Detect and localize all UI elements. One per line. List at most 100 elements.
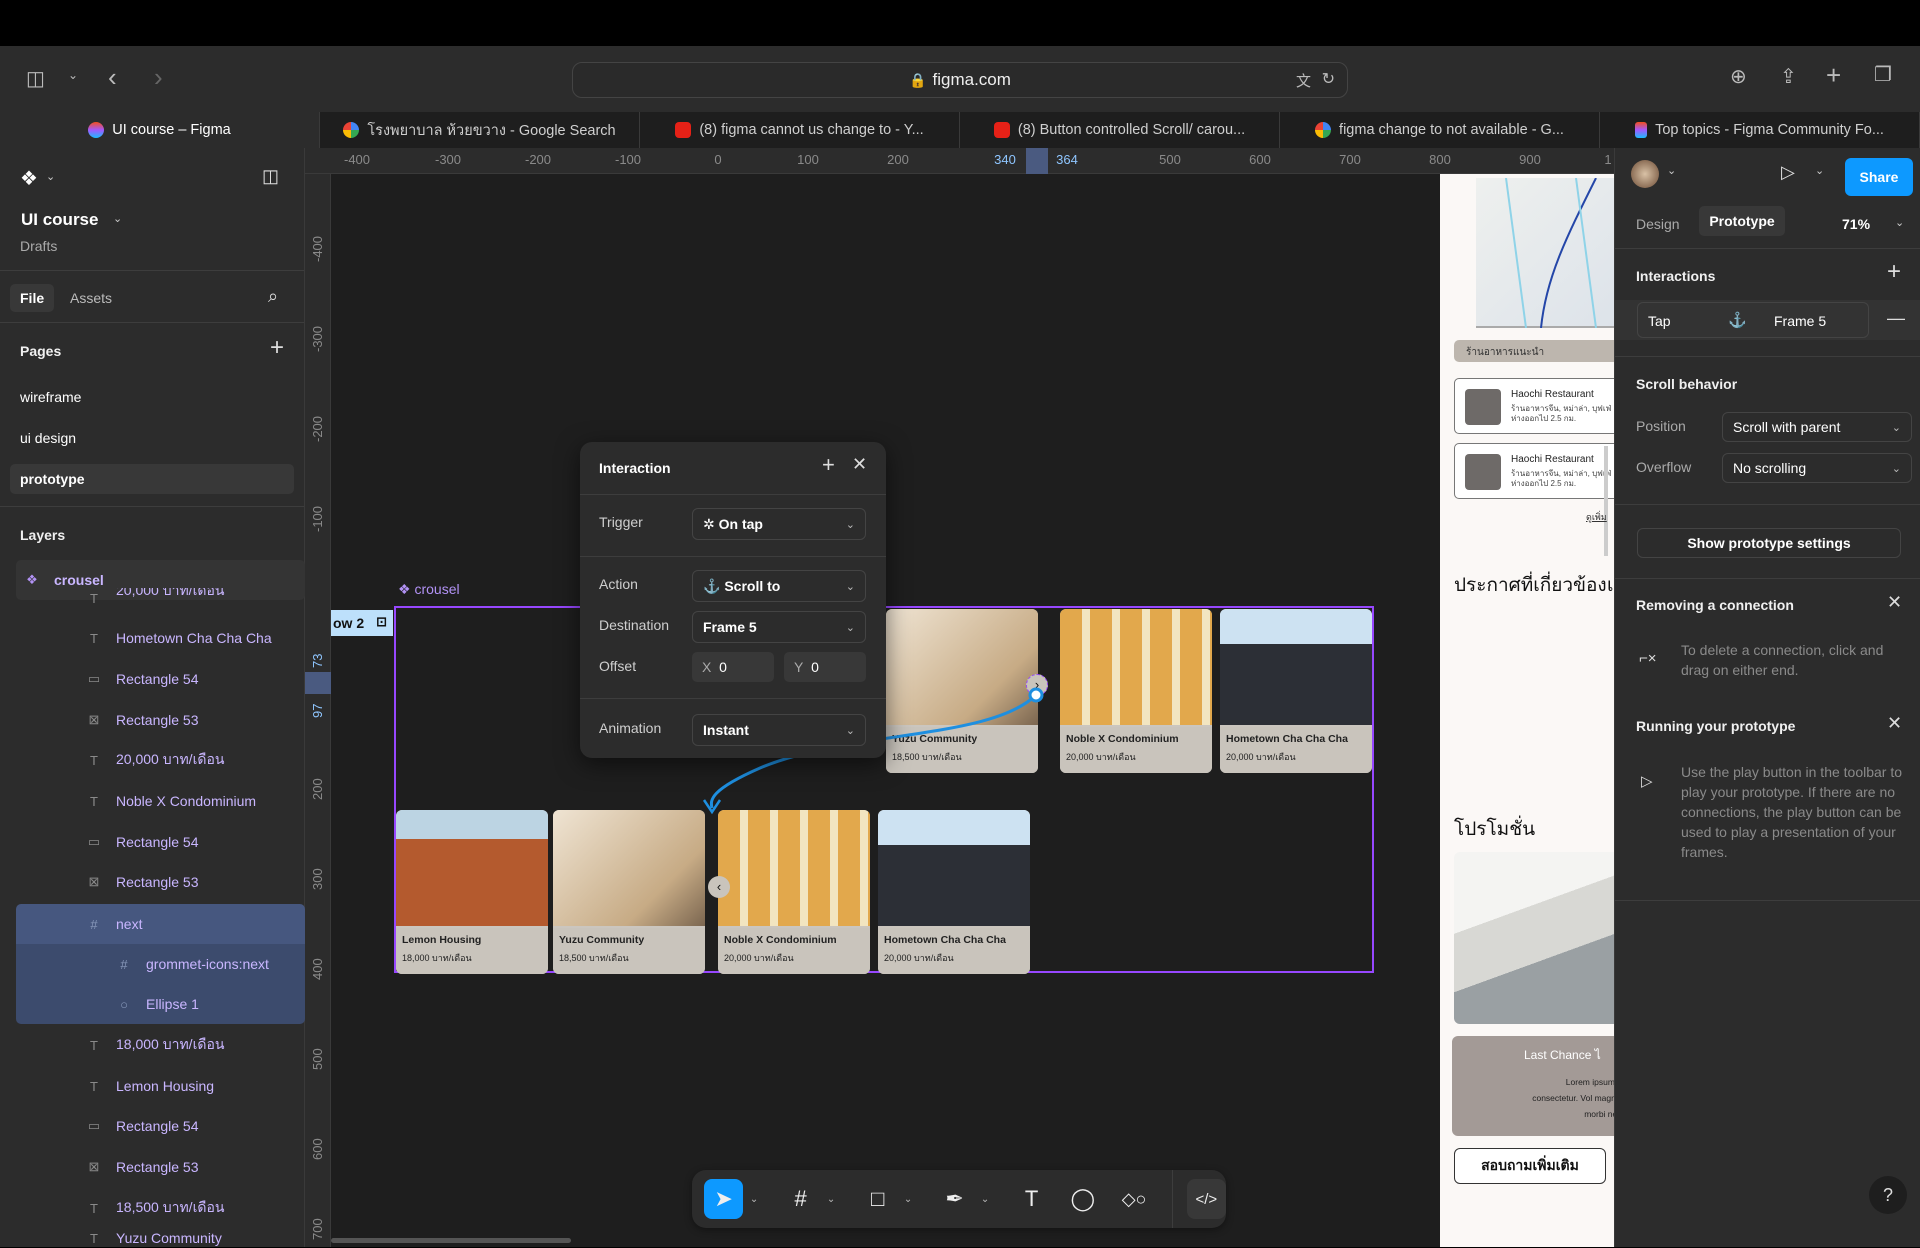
zoom-level[interactable]: 71% xyxy=(1842,216,1870,232)
page-item[interactable]: wireframe xyxy=(20,389,81,405)
trigger-dropdown[interactable]: ✲ On tap ⌄ xyxy=(692,508,866,540)
layer-item[interactable]: T 20,000 บาท/เดือน xyxy=(16,740,305,780)
action-dropdown[interactable]: ⚓ Scroll to ⌄ xyxy=(692,570,866,602)
browser-tab[interactable]: UI course – Figma xyxy=(0,112,320,148)
offset-y-input[interactable]: Y 0 xyxy=(784,652,866,682)
move-tool[interactable]: ➤ xyxy=(704,1179,744,1219)
add-page-icon[interactable]: + xyxy=(270,334,284,362)
offset-x-input[interactable]: X 0 xyxy=(692,652,774,682)
prev-button[interactable]: ‹ xyxy=(708,876,730,898)
inquire-button[interactable]: สอบถามเพิ่มเติม xyxy=(1454,1148,1606,1184)
chevron-down-icon[interactable]: ⌄ xyxy=(1815,164,1824,177)
animation-dropdown[interactable]: Instant ⌄ xyxy=(692,714,866,746)
translate-icon[interactable]: 文 xyxy=(1296,70,1311,91)
browser-tab[interactable]: (8) figma cannot us change to - Y... xyxy=(640,112,960,148)
close-icon[interactable]: ✕ xyxy=(1887,592,1902,613)
scrollbar[interactable] xyxy=(1604,446,1608,556)
chevron-down-icon[interactable]: ⌄ xyxy=(1895,216,1904,229)
tab-file[interactable]: File xyxy=(10,284,54,312)
share-icon[interactable]: ⇪ xyxy=(1780,64,1797,89)
layer-item[interactable]: T 18,000 บาท/เดือน xyxy=(16,1025,305,1065)
layer-item[interactable]: ⊠ Rectangle 53 xyxy=(16,1147,305,1187)
layer-item[interactable]: ▭ Rectangle 54 xyxy=(16,659,305,699)
pen-tool[interactable]: ✒ xyxy=(935,1179,974,1219)
property-card[interactable]: Yuzu Community 18,500 บาท/เดือน xyxy=(553,810,705,974)
search-icon[interactable]: ⌕ xyxy=(268,286,278,307)
browser-tab[interactable]: (8) Button controlled Scroll/ carou... xyxy=(960,112,1280,148)
tab-prototype[interactable]: Prototype xyxy=(1699,206,1785,236)
layer-item[interactable]: ⊠ Rectangle 53 xyxy=(16,700,305,740)
promotion-card[interactable]: Last Chance ไ Lorem ipsum d consectetur.… xyxy=(1452,1036,1614,1136)
help-button[interactable]: ? xyxy=(1869,1176,1907,1214)
layer-item[interactable]: T Yuzu Community xyxy=(16,1228,305,1248)
position-dropdown[interactable]: Scroll with parent ⌄ xyxy=(1722,412,1912,442)
layer-item[interactable]: # grommet-icons:next xyxy=(16,944,305,984)
layer-item[interactable]: T Noble X Condominium xyxy=(16,781,305,821)
property-card[interactable]: Noble X Condominium 20,000 บาท/เดือน xyxy=(1060,609,1212,773)
restaurant-card[interactable]: Haochi Restaurant ร้านอาหารจีน, หม่าล่า,… xyxy=(1454,378,1614,434)
property-card[interactable]: Lemon Housing 18,000 บาท/เดือน xyxy=(396,810,548,974)
layer-item[interactable]: ○ Ellipse 1 xyxy=(16,984,305,1024)
property-card[interactable]: Noble X Condominium 20,000 บาท/เดือน xyxy=(718,810,870,974)
property-card[interactable]: Hometown Cha Cha Cha 20,000 บาท/เดือน xyxy=(1220,609,1372,773)
browser-tab[interactable]: Top topics - Figma Community Fo... xyxy=(1600,112,1920,148)
frame-tool[interactable]: # xyxy=(781,1179,820,1219)
layer-item[interactable]: T Hometown Cha Cha Cha xyxy=(16,618,305,658)
tab-design[interactable]: Design xyxy=(1636,216,1680,232)
layer-item[interactable]: T 20,000 บาท/เดือน xyxy=(16,588,305,608)
chevron-down-icon[interactable]: ⌄ xyxy=(824,1194,838,1205)
add-interaction-icon[interactable]: + xyxy=(1887,258,1901,286)
layer-next-selected[interactable]: # next xyxy=(16,904,305,944)
chevron-down-icon[interactable]: ⌄ xyxy=(1667,164,1676,177)
reload-icon[interactable]: ↻ xyxy=(1322,69,1335,89)
chevron-down-icon[interactable]: ⌄ xyxy=(113,212,122,225)
dev-mode-toggle[interactable]: </> xyxy=(1186,1179,1226,1219)
overflow-dropdown[interactable]: No scrolling ⌄ xyxy=(1722,453,1912,483)
chevron-down-icon[interactable]: ⌄ xyxy=(747,1194,761,1205)
browser-tab[interactable]: figma change to not available - G... xyxy=(1280,112,1600,148)
tab-assets[interactable]: Assets xyxy=(70,290,112,306)
close-icon[interactable]: ✕ xyxy=(1887,713,1902,734)
resources-tool[interactable]: ◇○ xyxy=(1114,1179,1153,1219)
layer-item[interactable]: ⊠ Rectangle 53 xyxy=(16,862,305,902)
browser-tab[interactable]: โรงพยาบาล ห้วยขวาง - Google Search xyxy=(320,112,640,148)
avatar[interactable] xyxy=(1631,160,1659,188)
share-button[interactable]: Share xyxy=(1845,158,1913,196)
page-item[interactable]: ui design xyxy=(20,430,76,446)
file-name[interactable]: UI course xyxy=(21,210,98,230)
layer-item[interactable]: T Lemon Housing xyxy=(16,1066,305,1106)
figma-menu-icon[interactable]: ❖ xyxy=(20,166,38,191)
component-label[interactable]: ❖ crousel xyxy=(398,581,460,598)
property-card[interactable]: Hometown Cha Cha Cha 20,000 บาท/เดือน xyxy=(878,810,1030,974)
close-icon[interactable]: ✕ xyxy=(852,454,867,475)
panel-toggle-icon[interactable]: ◫ xyxy=(262,166,279,187)
interaction-item[interactable]: Tap ⚓ Frame 5 xyxy=(1637,302,1869,338)
see-more-link[interactable]: ดูเพิ่ม xyxy=(1586,510,1607,524)
page-item-selected[interactable]: prototype xyxy=(10,464,294,494)
chevron-down-icon[interactable]: ⌄ xyxy=(46,170,55,183)
forward-icon[interactable]: › xyxy=(154,62,163,93)
connection-handle[interactable] xyxy=(1028,687,1044,703)
text-tool[interactable]: T xyxy=(1012,1179,1051,1219)
layer-item[interactable]: ▭ Rectangle 54 xyxy=(16,822,305,862)
add-icon[interactable]: + xyxy=(822,452,835,478)
chevron-down-icon[interactable]: ⌄ xyxy=(68,68,78,82)
back-icon[interactable]: ‹ xyxy=(108,62,117,93)
destination-dropdown[interactable]: Frame 5 ⌄ xyxy=(692,611,866,643)
chevron-down-icon[interactable]: ⌄ xyxy=(901,1194,915,1205)
frame-tag[interactable]: ow 2 ⊡ xyxy=(331,610,393,636)
horizontal-scrollbar[interactable] xyxy=(331,1238,571,1243)
restaurant-card[interactable]: Haochi Restaurant ร้านอาหารจีน, หม่าล่า,… xyxy=(1454,443,1614,499)
comment-tool[interactable]: ◯ xyxy=(1063,1179,1102,1219)
layer-item[interactable]: T 18,500 บาท/เดือน xyxy=(16,1188,305,1228)
new-tab-icon[interactable]: + xyxy=(1826,60,1841,91)
tab-overview-icon[interactable]: ❐ xyxy=(1874,62,1892,87)
shape-tool[interactable]: □ xyxy=(858,1179,897,1219)
present-icon[interactable]: ▷ xyxy=(1781,162,1795,183)
sidebar-toggle-icon[interactable]: ◫ xyxy=(26,66,45,91)
download-icon[interactable]: ⊕ xyxy=(1730,64,1747,89)
chevron-down-icon[interactable]: ⌄ xyxy=(978,1194,992,1205)
layer-item[interactable]: ▭ Rectangle 54 xyxy=(16,1106,305,1146)
show-prototype-settings-button[interactable]: Show prototype settings xyxy=(1637,528,1901,558)
preview-frame[interactable]: ร้านอาหารแนะนำ Haochi Restaurant ร้านอาห… xyxy=(1440,174,1614,1247)
